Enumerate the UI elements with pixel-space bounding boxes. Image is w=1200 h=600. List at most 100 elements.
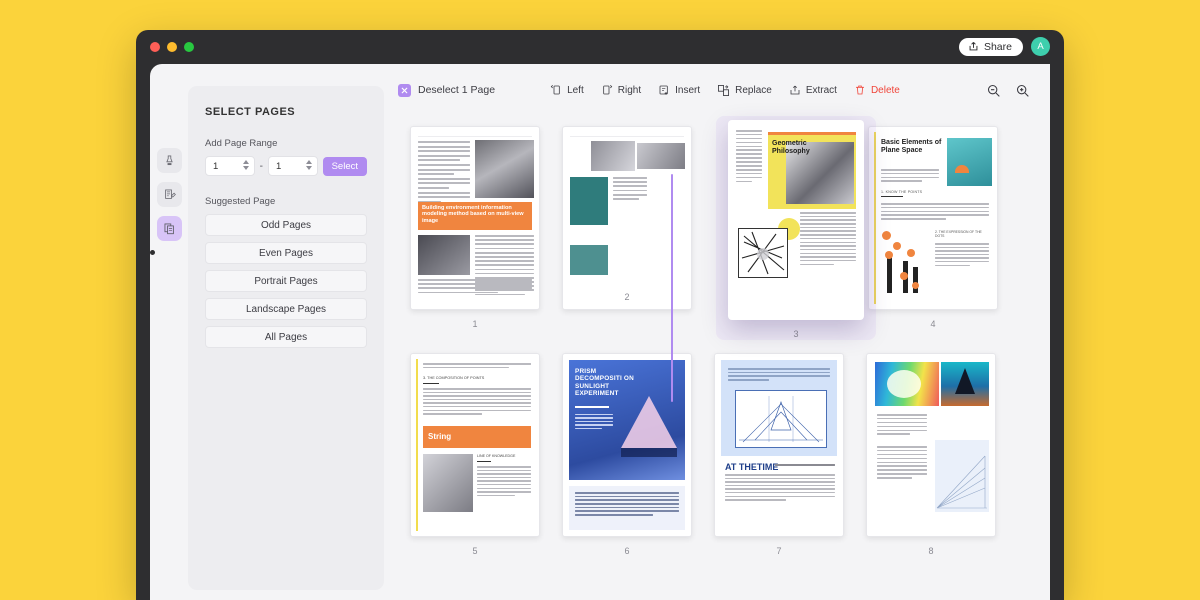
- avatar[interactable]: A: [1031, 37, 1050, 56]
- sidebar-item-highlighter[interactable]: [157, 148, 182, 173]
- page-title: SELECT PAGES: [205, 106, 367, 118]
- replace-label: Replace: [735, 85, 772, 96]
- even-pages-button[interactable]: Even Pages: [205, 242, 367, 264]
- extract-label: Extract: [806, 85, 837, 96]
- stepper-arrows-icon[interactable]: [306, 160, 312, 170]
- rotate-right-button[interactable]: Right: [601, 84, 641, 96]
- page-1-title: Building environment information modelin…: [422, 205, 529, 224]
- page-7-title: AT THETIME: [725, 462, 778, 472]
- page-4-section-1: 1. KNOW THE POINTS: [881, 190, 922, 194]
- page-number-3: 3: [728, 329, 864, 339]
- window-titlebar: Share A: [136, 30, 1064, 64]
- replace-page-icon: [717, 84, 730, 97]
- page-thumbnail-4[interactable]: Basic Elements of Plane Space 1. KNOW TH…: [868, 126, 998, 310]
- insert-page-icon: [658, 84, 670, 96]
- deselect-control[interactable]: Deselect 1 Page: [398, 84, 495, 97]
- page-cell-8[interactable]: 8: [866, 353, 996, 556]
- page-3-content: Geometric Philosophy: [728, 120, 864, 320]
- traffic-lights: [150, 42, 194, 52]
- close-button[interactable]: [150, 42, 160, 52]
- rotate-right-icon: [601, 84, 613, 96]
- select-pages-panel: SELECT PAGES Add Page Range 1 - 1 Select…: [188, 86, 384, 590]
- tool-buttons: Left Right: [550, 84, 900, 97]
- portrait-pages-button[interactable]: Portrait Pages: [205, 270, 367, 292]
- zoom-out-icon[interactable]: [986, 83, 1001, 98]
- page-thumbnail-1[interactable]: Building environment information modelin…: [410, 126, 540, 310]
- range-from-stepper[interactable]: 1: [205, 156, 255, 176]
- share-button[interactable]: Share: [959, 38, 1023, 56]
- sidebar-item-organize-pages[interactable]: [157, 216, 182, 241]
- insert-button[interactable]: Insert: [658, 84, 700, 96]
- page-toolbar: Deselect 1 Page Left: [384, 64, 1050, 116]
- select-button[interactable]: Select: [323, 157, 367, 176]
- suggested-label: Suggested Page: [205, 196, 367, 207]
- page-number-1: 1: [410, 319, 540, 329]
- app-body: SELECT PAGES Add Page Range 1 - 1 Select…: [150, 64, 1050, 600]
- deselect-label: Deselect 1 Page: [418, 84, 495, 96]
- suggested-buttons: Odd Pages Even Pages Portrait Pages Land…: [205, 214, 367, 348]
- range-label: Add Page Range: [205, 138, 367, 149]
- page-header-rule: [570, 132, 684, 137]
- zoom-controls: [986, 83, 1030, 98]
- page-thumbnail-7[interactable]: AT THETIME: [714, 353, 844, 537]
- deselect-checkbox[interactable]: [398, 84, 411, 97]
- dragged-page-wrapper[interactable]: Geometric Philosophy: [728, 120, 864, 339]
- edit-document-icon: [163, 188, 176, 201]
- avatar-initial: A: [1037, 41, 1043, 52]
- page-4-content: Basic Elements of Plane Space 1. KNOW TH…: [869, 127, 997, 309]
- page-3-title: Geometric Philosophy: [772, 140, 820, 156]
- page-4-title: Basic Elements of Plane Space: [881, 139, 943, 156]
- wireframe-diagram-icon: [935, 450, 989, 512]
- page-5-section-1: 3. THE COMPOSITION OF POINTS: [423, 376, 484, 380]
- range-separator: -: [260, 161, 263, 172]
- extract-page-icon: [789, 84, 801, 96]
- stepper-arrows-icon[interactable]: [243, 160, 249, 170]
- sidebar-item-edit-document[interactable]: [157, 182, 182, 207]
- page-5-section-2: LINE OF KNOWLEDGE: [477, 454, 515, 458]
- page-cell-4[interactable]: Basic Elements of Plane Space 1. KNOW TH…: [868, 126, 998, 329]
- replace-button[interactable]: Replace: [717, 84, 772, 97]
- rail-indicator-dot: [150, 250, 155, 255]
- maximize-button[interactable]: [184, 42, 194, 52]
- range-to-stepper[interactable]: 1: [268, 156, 318, 176]
- page-number-8: 8: [866, 546, 996, 556]
- page-number-6: 6: [562, 546, 692, 556]
- minimize-button[interactable]: [167, 42, 177, 52]
- odd-pages-button[interactable]: Odd Pages: [205, 214, 367, 236]
- zoom-in-icon[interactable]: [1015, 83, 1030, 98]
- delete-label: Delete: [871, 85, 900, 96]
- extract-button[interactable]: Extract: [789, 84, 837, 96]
- share-label: Share: [984, 41, 1012, 53]
- rotate-left-icon: [550, 84, 562, 96]
- landscape-pages-button[interactable]: Landscape Pages: [205, 298, 367, 320]
- page-cell-1[interactable]: Building environment information modelin…: [410, 126, 540, 329]
- page-thumbnail-3[interactable]: Geometric Philosophy: [728, 120, 864, 320]
- delete-button[interactable]: Delete: [854, 84, 900, 96]
- page-5-title: String: [428, 432, 451, 441]
- app-window: Share A: [136, 30, 1064, 600]
- page-thumbnail-5[interactable]: 3. THE COMPOSITION OF POINTS String: [410, 353, 540, 537]
- page-grid: Building environment information modelin…: [384, 116, 1050, 600]
- prism-diagram-icon: [735, 390, 827, 448]
- page-number-5: 5: [410, 546, 540, 556]
- page-thumbnail-8[interactable]: [866, 353, 996, 537]
- range-from-value: 1: [213, 161, 218, 172]
- page-5-content: 3. THE COMPOSITION OF POINTS String: [411, 354, 539, 536]
- all-pages-button[interactable]: All Pages: [205, 326, 367, 348]
- line-art-icon: [738, 228, 788, 278]
- rotate-left-button[interactable]: Left: [550, 84, 584, 96]
- trash-icon: [854, 84, 866, 96]
- page-7-content: AT THETIME: [715, 354, 843, 536]
- screenshot-stage: Share A: [0, 0, 1200, 600]
- close-icon: [400, 86, 409, 95]
- page-4-section-2: 2. THE EXPRESSION OF THE DOTS: [935, 230, 989, 238]
- page-number-4: 4: [868, 319, 998, 329]
- page-cell-7[interactable]: AT THETIME: [714, 353, 844, 556]
- page-cell-5[interactable]: 3. THE COMPOSITION OF POINTS String: [410, 353, 540, 556]
- page-8-content: [867, 354, 995, 536]
- highlighter-icon: [163, 154, 176, 167]
- share-icon: [968, 41, 979, 52]
- rotate-left-label: Left: [567, 85, 584, 96]
- drop-indicator: [671, 174, 673, 402]
- tool-rail: [150, 64, 188, 600]
